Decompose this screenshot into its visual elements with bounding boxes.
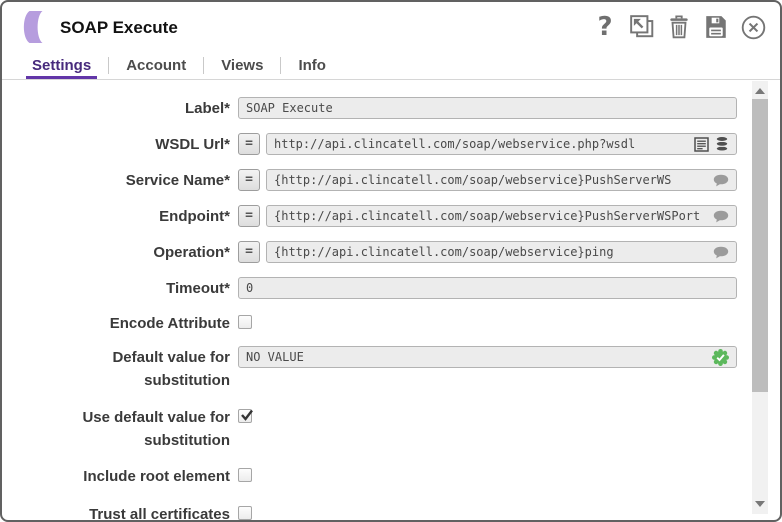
trust-all-certificates-checkbox[interactable] (238, 506, 252, 520)
field-label: Include root element (2, 465, 230, 488)
field-label: Default value for substitution (2, 346, 230, 392)
encode-attribute-checkbox[interactable] (238, 315, 252, 329)
comment-icon[interactable] (713, 174, 729, 187)
app-icon (18, 10, 52, 44)
field-label: WSDL Url* (2, 133, 230, 156)
scroll-down-arrow-icon[interactable] (755, 501, 765, 507)
timeout-input[interactable] (246, 281, 729, 295)
delete-icon[interactable] (665, 13, 693, 41)
endpoint-field (266, 205, 737, 227)
valid-badge-icon (712, 349, 729, 366)
soap-execute-dialog: SOAP Execute ? (0, 0, 782, 522)
field-label: Timeout* (2, 277, 230, 300)
field-label: Use default value for substitution (2, 406, 230, 452)
tab-settings[interactable]: Settings (26, 57, 97, 79)
header-toolbar: ? (591, 13, 767, 41)
form-row-encode-attribute: Encode Attribute (2, 312, 737, 335)
form-row-include-root-element: Include root element (2, 465, 737, 488)
label-field (238, 97, 737, 119)
tab-info[interactable]: Info (292, 57, 332, 79)
default-value-field (238, 346, 737, 368)
default-value-input[interactable] (246, 350, 706, 364)
form-row-timeout: Timeout* (2, 277, 737, 300)
field-label: Operation* (2, 241, 230, 264)
form-row-operation: Operation* = (2, 241, 737, 264)
form-row-trust-all-certificates: Trust all certificates (2, 503, 737, 522)
form-row-service-name: Service Name* = (2, 169, 737, 192)
database-icon[interactable] (715, 136, 729, 152)
tab-separator (203, 57, 204, 74)
dialog-title: SOAP Execute (60, 18, 178, 38)
popout-icon[interactable] (628, 13, 656, 41)
scrollbar-thumb[interactable] (752, 99, 768, 392)
operator-button[interactable]: = (238, 133, 260, 155)
label-input[interactable] (246, 101, 729, 115)
document-list-icon[interactable] (694, 137, 709, 152)
operation-field (266, 241, 737, 263)
operator-button[interactable]: = (238, 205, 260, 227)
wsdl-url-field (266, 133, 737, 155)
field-label: Trust all certificates (2, 503, 230, 522)
tab-separator (108, 57, 109, 74)
tab-bar: Settings Account Views Info (2, 52, 780, 80)
screen: SOAP Execute ? (0, 0, 782, 522)
endpoint-input[interactable] (274, 209, 707, 223)
close-icon[interactable] (739, 13, 767, 41)
field-label: Endpoint* (2, 205, 230, 228)
form-row-default-value: Default value for substitution (2, 346, 737, 392)
operation-input[interactable] (274, 245, 707, 259)
scroll-up-arrow-icon[interactable] (755, 88, 765, 94)
operator-button[interactable]: = (238, 241, 260, 263)
service-name-input[interactable] (274, 173, 707, 187)
operator-button[interactable]: = (238, 169, 260, 191)
field-label: Service Name* (2, 169, 230, 192)
tab-separator (280, 57, 281, 74)
save-icon[interactable] (702, 13, 730, 41)
include-root-element-checkbox[interactable] (238, 468, 252, 482)
wsdl-url-input[interactable] (274, 137, 688, 151)
tab-views[interactable]: Views (215, 57, 269, 79)
service-name-field (266, 169, 737, 191)
use-default-value-checkbox[interactable] (238, 409, 252, 423)
form-row-use-default-value: Use default value for substitution (2, 406, 737, 452)
comment-icon[interactable] (713, 210, 729, 223)
field-label: Label* (2, 97, 230, 120)
help-icon[interactable]: ? (591, 13, 619, 41)
timeout-field (238, 277, 737, 299)
tab-account[interactable]: Account (120, 57, 192, 79)
vertical-scrollbar[interactable] (752, 81, 768, 514)
form-row-label: Label* (2, 97, 737, 120)
form-row-wsdl-url: WSDL Url* = (2, 133, 737, 156)
form-row-endpoint: Endpoint* = (2, 205, 737, 228)
field-label: Encode Attribute (2, 312, 230, 335)
comment-icon[interactable] (713, 246, 729, 259)
